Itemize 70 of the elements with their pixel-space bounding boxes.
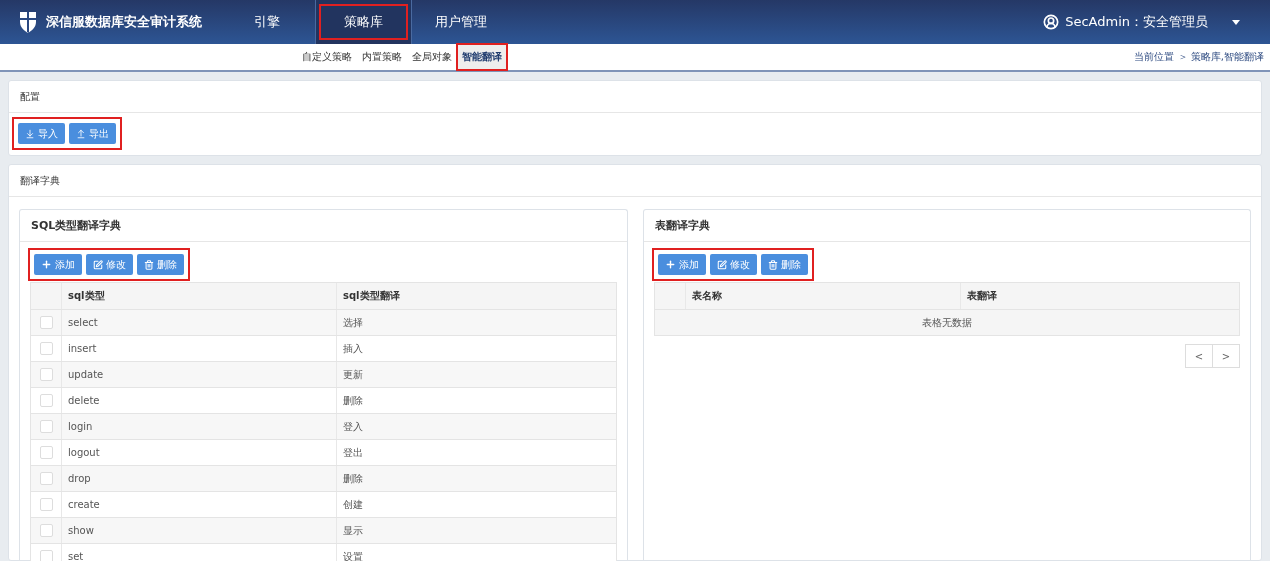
table-cell: 设置 <box>336 544 616 561</box>
row-checkbox[interactable] <box>39 472 53 485</box>
card-title: 配置 <box>20 89 40 104</box>
table-cell: 选择 <box>336 310 616 335</box>
row-checkbox[interactable] <box>39 368 53 381</box>
row-checkbox[interactable] <box>39 342 53 355</box>
row-checkbox[interactable] <box>39 420 53 433</box>
row-checkbox[interactable] <box>39 498 53 511</box>
breadcrumb: 当前位置 ＞ 策略库,智能翻译 <box>1134 50 1264 64</box>
sub-tab[interactable]: 自定义策略 <box>298 45 356 69</box>
table-cell: 登出 <box>336 440 616 465</box>
column-header: sql类型 <box>61 283 336 309</box>
table-cell: insert <box>61 336 336 361</box>
empty-message: 表格无数据 <box>921 315 972 330</box>
plus-icon <box>41 259 52 270</box>
add-button[interactable]: 添加 <box>657 254 706 275</box>
table-cell: create <box>61 492 336 517</box>
nav-tab[interactable]: 用户管理 <box>412 0 509 44</box>
import-button[interactable]: 导入 <box>18 123 65 144</box>
row-checkbox[interactable] <box>39 316 53 329</box>
caret-icon[interactable] <box>1232 19 1240 25</box>
edit-button[interactable]: 修改 <box>86 254 133 275</box>
table-cell: 删除 <box>336 466 616 491</box>
table-cell: select <box>61 310 336 335</box>
column-header: sql类型翻译 <box>336 283 616 309</box>
next-page-button[interactable]: > <box>1212 344 1240 368</box>
table-cell: 创建 <box>336 492 616 517</box>
edit-icon <box>716 259 727 270</box>
row-checkbox[interactable] <box>39 550 53 561</box>
panel-title: 表翻译字典 <box>654 218 710 233</box>
table-cell: 登入 <box>336 414 616 439</box>
sub-tab[interactable]: 智能翻译 <box>458 45 506 69</box>
delete-button[interactable]: 删除 <box>137 254 184 275</box>
user-name[interactable]: SecAdmin：安全管理员 <box>1065 13 1208 31</box>
add-button[interactable]: 添加 <box>34 254 82 275</box>
table-cell: delete <box>61 388 336 413</box>
export-button[interactable]: 导出 <box>69 123 116 144</box>
plus-icon <box>664 259 676 270</box>
table-cell: 更新 <box>336 362 616 387</box>
table-cell: 插入 <box>336 336 616 361</box>
delete-button[interactable]: 删除 <box>760 254 808 275</box>
shield-logo-icon <box>18 10 38 34</box>
sub-tab[interactable]: 全局对象 <box>408 45 456 69</box>
table-cell: update <box>61 362 336 387</box>
table-cell: 显示 <box>336 518 616 543</box>
edit-button[interactable]: 修改 <box>709 254 757 275</box>
trash-icon <box>767 259 778 270</box>
user-icon <box>1043 14 1060 30</box>
table-cell: drop <box>61 466 336 491</box>
card-title: 翻译字典 <box>20 173 60 188</box>
app-title: 深信服数据库安全审计系统 <box>46 13 202 31</box>
column-header: 表翻译 <box>959 283 1239 309</box>
table-cell: logout <box>61 440 336 465</box>
column-header: 表名称 <box>684 283 960 309</box>
import-icon <box>25 128 35 139</box>
sub-tab[interactable]: 内置策略 <box>358 45 406 69</box>
table-cell: set <box>61 544 336 561</box>
table-cell: show <box>61 518 336 543</box>
edit-icon <box>93 259 103 270</box>
previous-page-button[interactable]: < <box>1185 344 1213 368</box>
export-icon <box>76 128 86 139</box>
row-checkbox[interactable] <box>39 394 53 407</box>
panel-title: SQL类型翻译字典 <box>31 218 122 233</box>
trash-icon <box>144 259 154 270</box>
nav-tab[interactable]: 引擎 <box>218 0 315 44</box>
row-checkbox[interactable] <box>39 524 53 537</box>
table-cell: login <box>61 414 336 439</box>
row-checkbox[interactable] <box>39 446 53 459</box>
nav-tab[interactable]: 策略库 <box>315 0 412 44</box>
table-cell: 删除 <box>336 388 616 413</box>
